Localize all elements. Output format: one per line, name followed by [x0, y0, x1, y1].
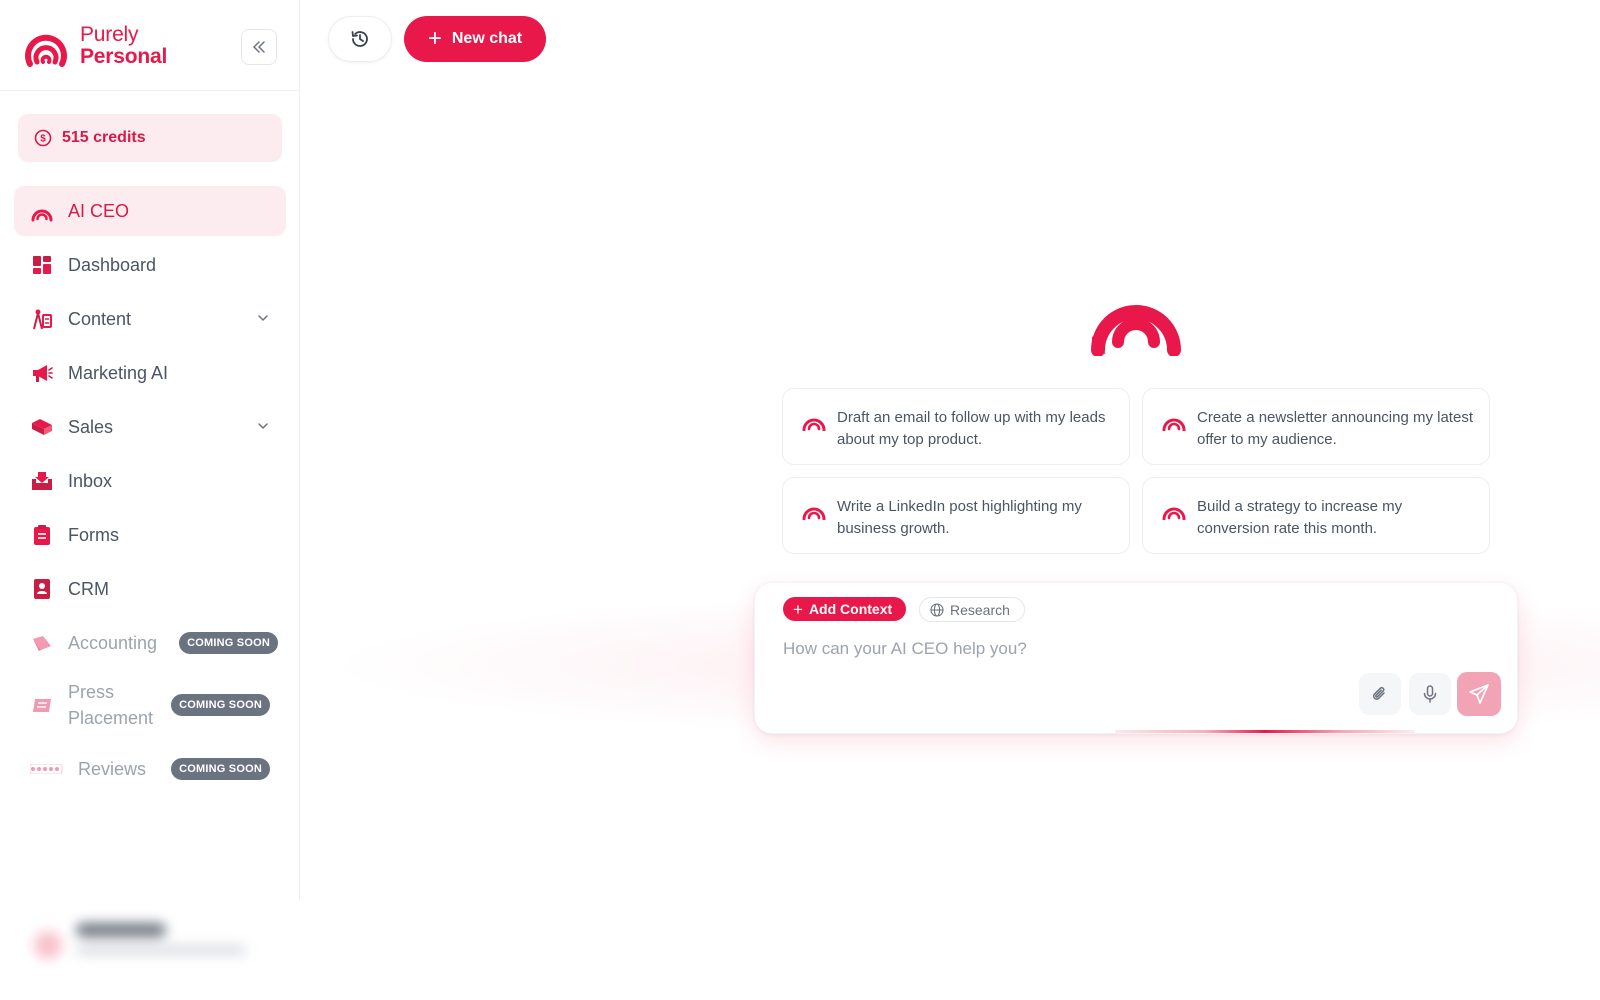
content-icon [30, 307, 54, 331]
sidebar-item-label: Reviews [78, 758, 147, 779]
composer-accent-line [1115, 730, 1415, 733]
sidebar-item-label: Sales [68, 416, 114, 437]
suggestion-card[interactable]: Draft an email to follow up with my lead… [782, 388, 1130, 465]
suggestion-card[interactable]: Write a LinkedIn post highlighting my bu… [782, 477, 1130, 554]
suggestion-text: Build a strategy to increase my conversi… [1197, 498, 1403, 537]
suggestion-card[interactable]: Create a newsletter announcing my latest… [1142, 388, 1490, 465]
coin-icon: $ [34, 129, 52, 147]
plus-icon: + [427, 25, 442, 52]
sidebar: Purely Personal $ 515 credits AI CEO Das… [0, 0, 300, 959]
send-icon [1469, 684, 1489, 704]
sidebar-nav: AI CEO Dashboard Content Marketing AI Sa… [14, 186, 286, 798]
research-toggle[interactable]: Research [919, 597, 1025, 622]
sidebar-item-label: AI CEO [68, 200, 130, 221]
sidebar-item-dashboard[interactable]: Dashboard [14, 240, 286, 290]
sidebar-item-inbox[interactable]: Inbox [14, 456, 286, 506]
sidebar-item-forms[interactable]: Forms [14, 510, 286, 560]
stars-icon [30, 757, 64, 781]
sidebar-item-content[interactable]: Content [14, 294, 286, 344]
brand-line1: Purely [80, 23, 139, 46]
sidebar-item-label: Dashboard [68, 254, 157, 275]
plus-icon: + [793, 599, 803, 619]
sidebar-item-label: Forms [68, 524, 119, 545]
attach-button[interactable] [1359, 673, 1401, 715]
add-context-button[interactable]: + Add Context [783, 597, 907, 621]
brand[interactable]: Purely Personal [22, 22, 167, 70]
ai-ceo-logo-icon [802, 418, 826, 431]
credits-label: 515 credits [62, 129, 146, 146]
sidebar-item-label: Content [68, 308, 132, 329]
sidebar-item-label: Press Placement [68, 682, 154, 728]
sidebar-item-crm[interactable]: CRM [14, 564, 286, 614]
sidebar-item-marketing-ai[interactable]: Marketing AI [14, 348, 286, 398]
prompt-input[interactable] [783, 635, 1343, 663]
sidebar-item-label: Marketing AI [68, 362, 169, 383]
ai-ceo-logo-icon [802, 507, 826, 520]
paperclip-icon [1372, 686, 1385, 700]
brand-name: Purely Personal [80, 24, 167, 68]
double-chevron-left-icon [253, 41, 265, 53]
suggestion-text: Write a LinkedIn post highlighting my bu… [837, 498, 1082, 537]
suggestion-text: Draft an email to follow up with my lead… [837, 409, 1106, 448]
globe-icon [930, 602, 944, 617]
dashboard-icon [30, 253, 54, 277]
megaphone-icon [30, 361, 54, 385]
sidebar-item-label: Accounting [68, 632, 158, 653]
collapse-sidebar-button[interactable] [241, 29, 277, 65]
sidebar-item-sales[interactable]: Sales [14, 402, 286, 452]
ai-ceo-logo-icon [1091, 305, 1181, 356]
suggestion-card[interactable]: Build a strategy to increase my conversi… [1142, 477, 1490, 554]
sidebar-item-label: Inbox [68, 470, 113, 491]
purely-personal-logo-icon [25, 34, 67, 67]
ai-ceo-logo-icon [30, 199, 54, 223]
chat-composer: + Add Context Research [754, 582, 1518, 734]
ai-ceo-logo-icon [1162, 418, 1186, 431]
accounting-icon [30, 631, 54, 655]
svg-text:$: $ [40, 134, 46, 145]
ai-ceo-logo-icon [1162, 507, 1186, 520]
sidebar-divider [0, 90, 300, 91]
chevron-down-icon[interactable] [256, 311, 270, 325]
user-profile-blurred[interactable] [28, 915, 268, 975]
send-button[interactable] [1457, 672, 1501, 716]
history-icon [351, 31, 368, 47]
newspaper-icon [30, 693, 54, 717]
sidebar-item-press-placement[interactable]: Press Placement COMING SOON [14, 672, 286, 738]
sidebar-item-label: CRM [68, 578, 109, 599]
sales-icon [30, 415, 54, 439]
new-chat-button[interactable]: + New chat [404, 16, 546, 62]
coming-soon-badge: COMING SOON [171, 758, 270, 780]
microphone-icon [1423, 685, 1437, 703]
add-context-label: Add Context [808, 601, 893, 617]
research-label: Research [950, 601, 1010, 618]
coming-soon-badge: COMING SOON [179, 632, 278, 654]
coming-soon-badge: COMING SOON [171, 694, 270, 716]
inbox-icon [30, 469, 54, 493]
clipboard-icon [30, 523, 54, 547]
microphone-button[interactable] [1409, 673, 1451, 715]
credits-badge[interactable]: $ 515 credits [18, 114, 282, 162]
suggestion-grid: Draft an email to follow up with my lead… [782, 388, 1490, 554]
sidebar-item-accounting[interactable]: Accounting COMING SOON [14, 618, 286, 668]
sidebar-item-reviews[interactable]: Reviews COMING SOON [14, 744, 286, 794]
sidebar-item-ai-ceo[interactable]: AI CEO [14, 186, 286, 236]
contact-book-icon [30, 577, 54, 601]
suggestion-text: Create a newsletter announcing my latest… [1197, 409, 1473, 448]
new-chat-label: New chat [451, 30, 523, 47]
brand-line2: Personal [80, 45, 168, 68]
chevron-down-icon[interactable] [256, 419, 270, 433]
history-button[interactable] [328, 16, 392, 62]
